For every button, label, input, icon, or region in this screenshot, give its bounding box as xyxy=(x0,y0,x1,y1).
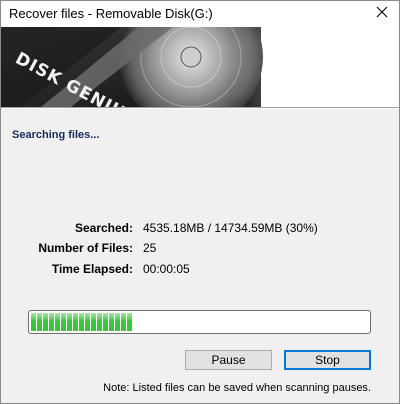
close-icon xyxy=(376,5,388,23)
status-heading: Searching files... xyxy=(12,129,100,141)
progress-bar xyxy=(28,310,371,334)
scan-note: Note: Listed files can be saved when sca… xyxy=(103,382,371,394)
time-elapsed-value: 00:00:05 xyxy=(143,262,190,276)
stop-button[interactable]: Stop xyxy=(284,350,371,370)
pause-button[interactable]: Pause xyxy=(185,350,272,370)
time-elapsed-label: Time Elapsed: xyxy=(51,262,133,276)
window-title: Recover files - Removable Disk(G:) xyxy=(9,6,213,21)
number-of-files-value: 25 xyxy=(143,241,157,255)
recover-files-dialog: Recover files - Removable Disk(G:) DISK … xyxy=(0,0,400,404)
banner-divider-highlight xyxy=(1,108,399,109)
searched-value: 4535.18MB / 14734.59MB (30%) xyxy=(143,221,318,235)
close-button[interactable] xyxy=(365,1,399,27)
title-bar[interactable]: Recover files - Removable Disk(G:) xyxy=(1,1,399,27)
searched-label: Searched: xyxy=(74,221,133,235)
hard-disk-banner-image: DISK GENIUS xyxy=(1,27,399,107)
number-of-files-label: Number of Files: xyxy=(38,241,133,255)
banner: DISK GENIUS xyxy=(1,27,399,107)
progress-fill xyxy=(31,313,132,331)
